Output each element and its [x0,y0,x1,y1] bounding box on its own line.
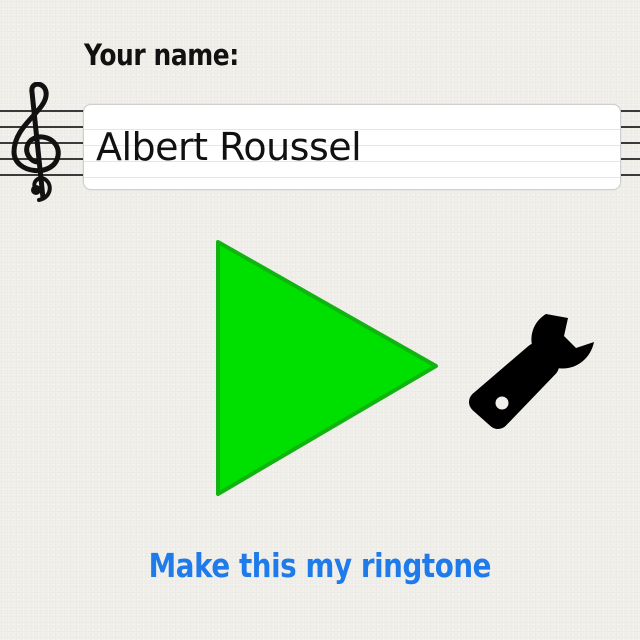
treble-clef-icon [11,82,61,202]
name-input-value: Albert Roussel [96,125,362,169]
play-button[interactable] [208,232,448,504]
wrench-icon [469,314,594,429]
settings-button[interactable] [468,292,608,432]
make-ringtone-label: Make this my ringtone [148,546,492,585]
name-input[interactable]: Albert Roussel [83,104,621,190]
name-label: Your name: [84,38,239,72]
play-triangle-icon [216,240,438,496]
make-ringtone-button[interactable]: Make this my ringtone [0,546,640,585]
